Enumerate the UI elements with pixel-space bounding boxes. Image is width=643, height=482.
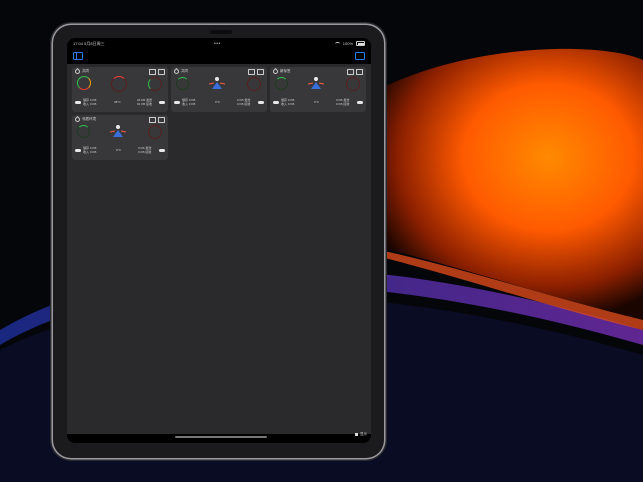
card-title: 共同 <box>181 69 188 73</box>
wifi-icon <box>334 41 340 46</box>
folder-icon[interactable] <box>356 69 363 75</box>
usage-ring <box>275 77 288 90</box>
card-title: 邻居环境 <box>82 117 96 121</box>
folder-icon[interactable] <box>158 69 165 75</box>
terminal-icon[interactable] <box>347 69 354 75</box>
drop-icon <box>73 67 82 76</box>
temperature-value: 0°C <box>215 100 221 104</box>
temperature-value: 38°C <box>114 100 121 104</box>
left-stats: 储存 0 KB 收入 0 KB <box>83 98 97 106</box>
right-stats: 0 KB 发送 0 KB 接收 <box>138 146 152 154</box>
card-grid: 共同 储存 0 KB 收入 0 KB 38°C 26 KB 发送 91 KB 接… <box>67 64 371 434</box>
usage-ring <box>176 77 189 90</box>
card-header: 邻居环境 <box>73 115 96 124</box>
cloud-icon <box>357 101 363 104</box>
cloud-icon <box>159 101 165 104</box>
cloud-icon <box>273 101 279 104</box>
left-stats: 储存 0 KB 收入 0 KB <box>83 146 97 154</box>
right-stats: 26 KB 发送 91 KB 接收 <box>137 98 153 106</box>
drop-icon <box>172 67 181 76</box>
cloud-icon <box>159 149 165 152</box>
stat-line: 收入 0 KB <box>83 149 97 154</box>
card-title: 共同 <box>82 69 89 73</box>
card-header: 新标签 <box>271 67 291 76</box>
camera <box>210 30 232 34</box>
folder-icon[interactable] <box>158 117 165 123</box>
stat-line: 0 KB 接收 <box>336 101 350 106</box>
stat-line: 0 KB 接收 <box>237 101 251 106</box>
left-stats: 储存 0 KB 收入 0 KB <box>182 98 196 106</box>
usage-ring <box>77 76 91 90</box>
temperature-value: 0°C <box>116 148 122 152</box>
cloud-icon <box>75 101 81 104</box>
app-screen: 17:04 5月8日周三 100% ••• 共同 储存 0 KB 收入 0 KB… <box>67 38 371 443</box>
terminal-icon[interactable] <box>248 69 255 75</box>
square-icon <box>355 433 358 436</box>
bottom-toggle[interactable]: 显示 <box>355 432 367 437</box>
card-header: 共同 <box>73 67 89 76</box>
network-gauge <box>247 77 261 91</box>
battery-icon <box>356 41 365 46</box>
drop-icon <box>73 115 82 124</box>
network-gauge <box>346 77 360 91</box>
stat-line: 0 KB 接收 <box>138 149 152 154</box>
status-date-text: 5月8日周三 <box>84 41 105 46</box>
card-actions <box>149 117 165 123</box>
card-title: 新标签 <box>280 69 291 73</box>
usage-ring <box>77 125 90 138</box>
stat-line: 91 KB 接收 <box>137 101 153 106</box>
stat-line: 收入 0 KB <box>182 101 196 106</box>
monitor-card[interactable]: 邻居环境 储存 0 KB 收入 0 KB 0°C 0 KB 发送 0 KB 接收 <box>72 115 168 160</box>
right-stats: 0 KB 发送 0 KB 接收 <box>336 98 350 106</box>
calendar-icon[interactable] <box>355 52 365 60</box>
temperature-value: 0°C <box>314 100 320 104</box>
terminal-icon[interactable] <box>149 69 156 75</box>
card-actions <box>149 69 165 75</box>
status-right: 100% <box>334 41 365 46</box>
stat-line: 收入 0 KB <box>83 101 97 106</box>
card-actions <box>248 69 264 75</box>
status-time-text: 17:04 <box>73 41 84 46</box>
bottom-label-text: 显示 <box>360 432 367 436</box>
navigation-bar <box>67 47 371 64</box>
terminal-icon[interactable] <box>149 117 156 123</box>
person-illustration-icon <box>109 125 127 137</box>
monitor-card[interactable]: 新标签 储存 0 KB 收入 0 KB 0°C 0 KB 发送 0 KB 接收 <box>270 67 366 112</box>
stat-line: 收入 0 KB <box>281 101 295 106</box>
cloud-icon <box>258 101 264 104</box>
network-gauge <box>148 125 162 139</box>
card-header: 共同 <box>172 67 188 76</box>
network-gauge <box>148 77 162 91</box>
battery-percent: 100% <box>342 41 353 46</box>
cloud-icon <box>75 149 81 152</box>
monitor-card[interactable]: 共同 储存 0 KB 收入 0 KB 0°C 0 KB 发送 0 KB 接收 <box>171 67 267 112</box>
sidebar-toggle-icon[interactable] <box>73 52 83 60</box>
temperature-gauge <box>111 76 127 92</box>
cloud-icon <box>174 101 180 104</box>
card-actions <box>347 69 363 75</box>
person-illustration-icon <box>307 77 325 89</box>
right-stats: 0 KB 发送 0 KB 接收 <box>237 98 251 106</box>
person-illustration-icon <box>208 77 226 89</box>
home-indicator[interactable] <box>175 436 267 438</box>
monitor-card[interactable]: 共同 储存 0 KB 收入 0 KB 38°C 26 KB 发送 91 KB 接… <box>72 67 168 112</box>
folder-icon[interactable] <box>257 69 264 75</box>
left-stats: 储存 0 KB 收入 0 KB <box>281 98 295 106</box>
drop-icon <box>271 67 280 76</box>
